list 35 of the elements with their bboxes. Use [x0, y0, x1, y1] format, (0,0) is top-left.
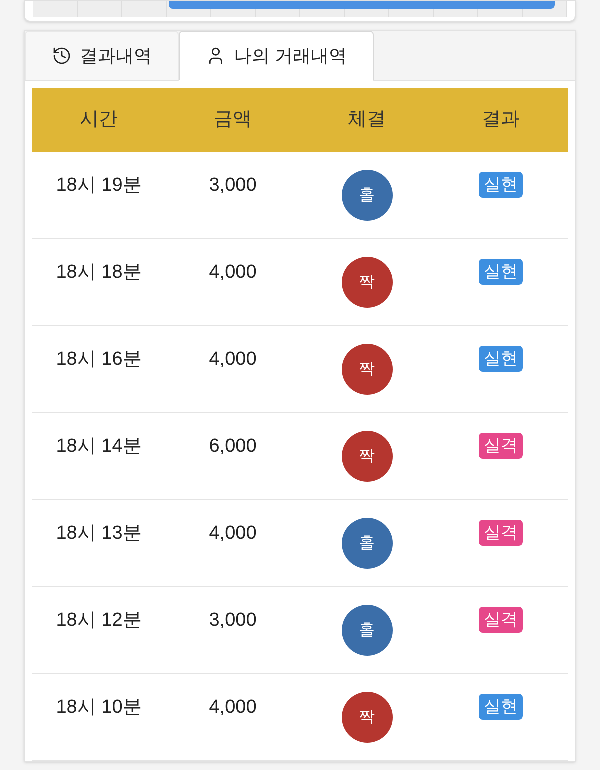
ball-badge: 홀	[342, 170, 392, 221]
column-header: 시간	[79, 108, 119, 132]
column-header: 체결	[347, 108, 387, 132]
time-cell-text: 18시 13분	[56, 522, 142, 546]
result-badge: 실격	[479, 607, 523, 633]
time-cell-text: 18시 18분	[56, 261, 142, 285]
amount-cell-text: 4,000	[209, 522, 257, 546]
amount-cell-text: 4,000	[209, 261, 257, 285]
ball-badge: 짝	[342, 344, 392, 395]
time-cell-text: 18시 14분	[56, 435, 142, 459]
amount-cell-text: 4,000	[209, 696, 257, 720]
time-cell-text: 18시 16분	[56, 348, 142, 372]
tab[interactable]: 나의 거래내역	[179, 31, 374, 81]
result-badge: 실현	[479, 694, 523, 720]
result-badge: 실현	[479, 172, 523, 198]
ball-badge: 홀	[342, 518, 392, 569]
result-badge: 실현	[479, 346, 523, 372]
amount-cell-text: 3,000	[209, 609, 257, 633]
result-badge: 실현	[479, 259, 523, 285]
ball-badge: 짝	[342, 257, 392, 308]
column-header: 결과	[481, 108, 521, 132]
time-cell-text: 18시 10분	[56, 696, 142, 720]
result-badge: 실격	[479, 433, 523, 459]
column-header: 금액	[213, 108, 253, 132]
ball-badge: 홀	[342, 605, 392, 656]
tab[interactable]: 결과내역	[25, 31, 179, 81]
result-badge: 실격	[479, 520, 523, 546]
amount-cell-text: 4,000	[209, 348, 257, 372]
history-icon	[52, 46, 72, 66]
time-cell-text: 18시 19분	[56, 174, 142, 198]
time-cell-text: 18시 12분	[56, 609, 142, 633]
amount-cell-text: 3,000	[209, 174, 257, 198]
ball-badge: 짝	[342, 692, 392, 743]
ball-badge: 짝	[342, 431, 392, 482]
amount-cell-text: 6,000	[209, 435, 257, 459]
